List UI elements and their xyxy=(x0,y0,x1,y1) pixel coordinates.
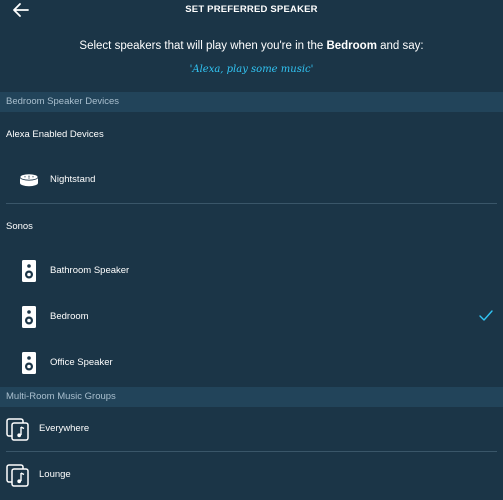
device-row-bathroom-speaker[interactable]: Bathroom Speaker xyxy=(0,253,503,289)
group-label: Lounge xyxy=(39,469,71,480)
section-header-music-groups: Multi-Room Music Groups xyxy=(0,387,503,407)
intro-room: Bedroom xyxy=(326,40,377,52)
group-label-sonos: Sonos xyxy=(6,221,33,232)
intro-after: and say: xyxy=(376,40,424,52)
page-title: SET PREFERRED SPEAKER xyxy=(185,4,318,15)
section-header-devices: Bedroom Speaker Devices xyxy=(0,92,503,112)
section-title-music-groups: Multi-Room Music Groups xyxy=(6,391,116,402)
group-row-lounge[interactable]: Lounge xyxy=(0,457,503,493)
speaker-icon xyxy=(18,351,40,375)
divider xyxy=(6,203,497,204)
section-title-devices: Bedroom Speaker Devices xyxy=(6,96,119,107)
speaker-icon xyxy=(18,259,40,283)
music-group-icon xyxy=(6,463,29,487)
voice-phrase: 'Alexa, play some music' xyxy=(189,64,314,75)
speaker-icon xyxy=(18,305,40,329)
intro-before: Select speakers that will play when you'… xyxy=(79,40,327,52)
checkmark-icon xyxy=(479,309,493,321)
group-row-everywhere[interactable]: Everywhere xyxy=(0,411,503,447)
device-row-nightstand[interactable]: Nightstand xyxy=(0,162,503,198)
device-label: Bedroom xyxy=(50,311,89,322)
echo-dot-icon xyxy=(18,168,40,192)
device-label: Nightstand xyxy=(50,174,96,185)
group-label-alexa: Alexa Enabled Devices xyxy=(6,129,104,140)
intro-text: Select speakers that will play when you'… xyxy=(0,40,503,52)
header-bar: SET PREFERRED SPEAKER xyxy=(0,0,503,20)
device-label: Bathroom Speaker xyxy=(50,265,130,276)
divider xyxy=(6,451,497,452)
device-row-office-speaker[interactable]: Office Speaker xyxy=(0,345,503,381)
device-label: Office Speaker xyxy=(50,357,113,368)
device-row-bedroom[interactable]: Bedroom xyxy=(0,299,503,335)
group-label: Everywhere xyxy=(39,423,90,434)
music-group-icon xyxy=(6,417,29,441)
